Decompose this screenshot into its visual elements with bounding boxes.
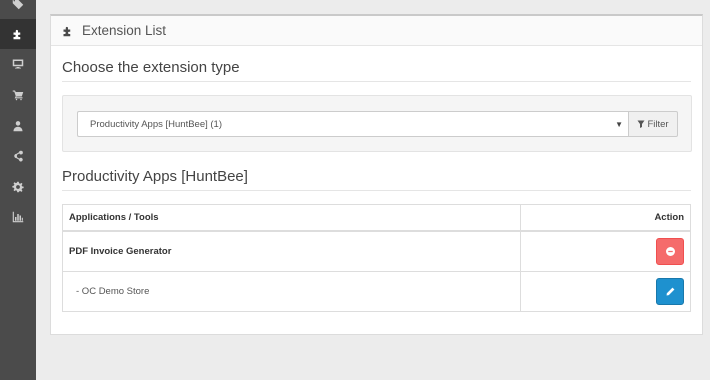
column-header-action: Action: [654, 212, 684, 223]
funnel-icon: [637, 120, 645, 128]
filter-well: Productivity Apps [HuntBee] (1) ▼ Filter: [62, 95, 692, 152]
user-icon: [13, 121, 23, 132]
extension-list-panel: Extension List Choose the extension type…: [50, 14, 703, 335]
sidebar-item-customers[interactable]: [0, 111, 36, 141]
sidebar-item-system[interactable]: [0, 172, 36, 202]
action-cell: [656, 232, 684, 271]
extensions-table: Applications / Tools Action PDF Invoice …: [62, 204, 691, 312]
sidebar-item-marketing[interactable]: [0, 141, 36, 171]
sidebar-item-extensions[interactable]: [0, 19, 36, 49]
caret-down-icon: ▼: [615, 120, 623, 129]
cart-icon: [12, 90, 24, 101]
minus-circle-icon: [665, 247, 675, 256]
pencil-icon: [666, 287, 674, 296]
panel-title: Extension List: [82, 23, 167, 38]
uninstall-button[interactable]: [656, 238, 684, 265]
tag-icon: [12, 0, 24, 10]
column-divider: [520, 205, 521, 230]
sidebar-item-sales[interactable]: [0, 80, 36, 110]
edit-button[interactable]: [656, 278, 684, 305]
divider: [62, 190, 691, 191]
table-row: - OC Demo Store: [63, 272, 690, 311]
share-icon: [14, 150, 23, 162]
sidebar-item-design[interactable]: [0, 49, 36, 79]
table-header-row: Applications / Tools Action: [63, 205, 690, 232]
choose-type-heading: Choose the extension type: [62, 59, 240, 76]
filter-button[interactable]: Filter: [628, 111, 678, 137]
divider: [62, 81, 691, 82]
store-name: - OC Demo Store: [76, 286, 150, 297]
desktop-icon: [12, 59, 24, 69]
column-divider: [520, 272, 521, 311]
panel-heading: Extension List: [51, 16, 702, 46]
sidebar-item-tags[interactable]: [0, 0, 36, 19]
app-name: PDF Invoice Generator: [69, 246, 172, 257]
action-cell: [656, 272, 684, 311]
extension-type-select-value: Productivity Apps [HuntBee] (1): [90, 118, 223, 130]
extension-type-select[interactable]: Productivity Apps [HuntBee] (1) ▼: [77, 111, 629, 137]
filter-button-label: Filter: [647, 118, 669, 130]
gear-icon: [12, 181, 24, 193]
puzzle-icon: [13, 29, 21, 40]
sidebar-item-reports[interactable]: [0, 202, 36, 232]
section-title: Productivity Apps [HuntBee]: [62, 168, 248, 185]
sidebar: [0, 0, 36, 380]
column-divider: [520, 232, 521, 271]
column-header-app: Applications / Tools: [69, 212, 159, 223]
puzzle-icon: [63, 26, 71, 36]
bar-chart-icon: [12, 211, 24, 223]
table-row: PDF Invoice Generator: [63, 232, 690, 272]
